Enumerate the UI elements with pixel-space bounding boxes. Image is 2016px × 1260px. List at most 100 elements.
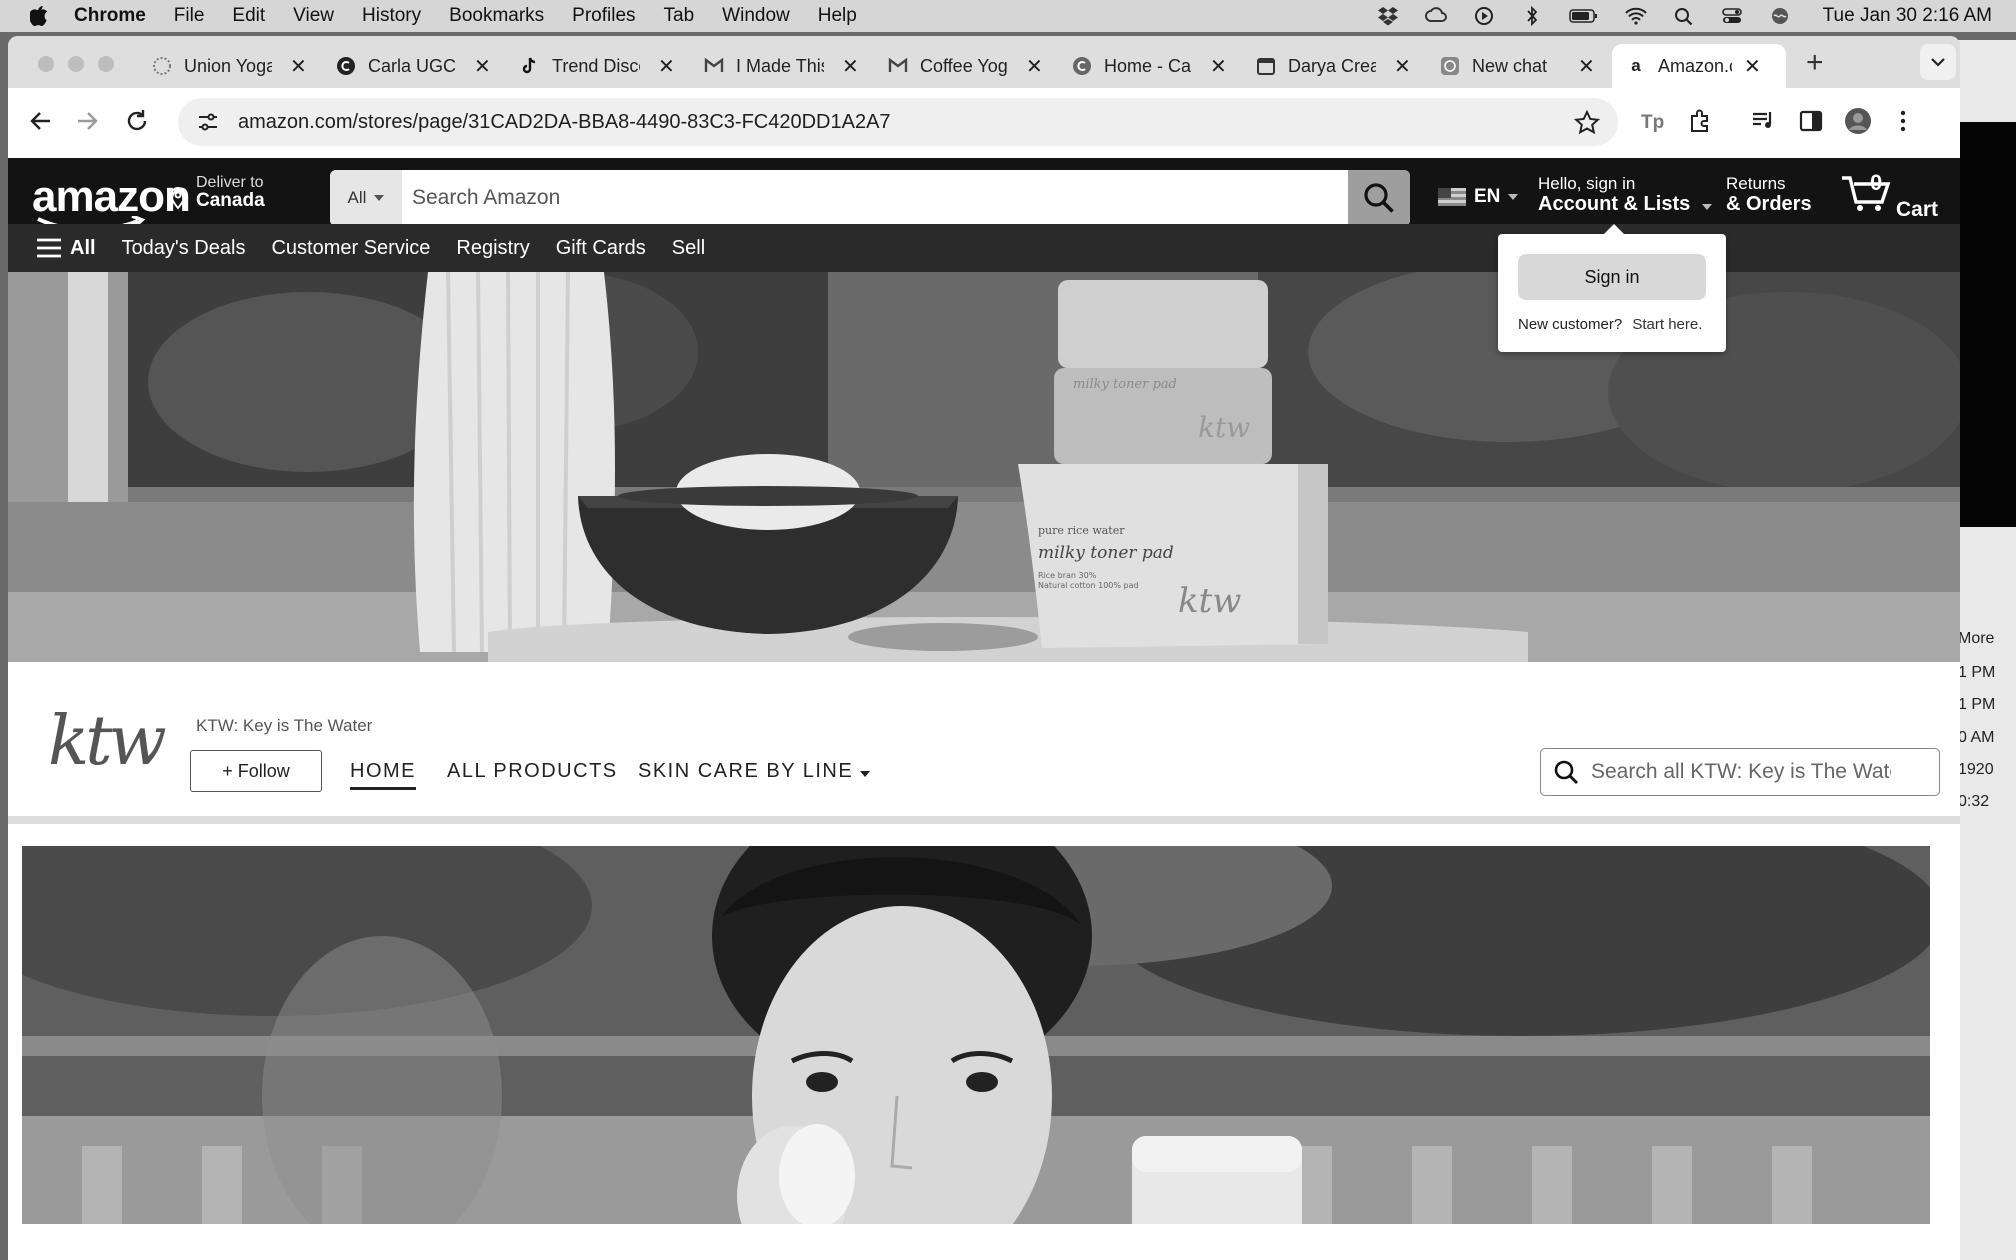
caret-down-icon xyxy=(1701,204,1712,210)
tab-union-yoga[interactable]: Union Yoga ✕ xyxy=(138,44,307,88)
chrome-menu-icon[interactable] xyxy=(1890,108,1916,134)
close-tab-icon[interactable]: ✕ xyxy=(658,54,675,79)
start-here-link[interactable]: Start here. xyxy=(1632,316,1702,333)
url-text[interactable]: amazon.com/stores/page/31CAD2DA-BBA8-449… xyxy=(238,111,891,134)
search-category-select[interactable]: All xyxy=(330,170,402,226)
extensions-puzzle-icon[interactable] xyxy=(1688,108,1714,134)
new-customer-text: New customer? Start here. xyxy=(1518,316,1702,333)
nav-gift-cards[interactable]: Gift Cards xyxy=(556,237,646,260)
cart-button[interactable]: 0 Cart xyxy=(1840,170,1938,221)
battery-icon[interactable] xyxy=(1568,6,1599,26)
menu-bookmarks[interactable]: Bookmarks xyxy=(449,5,544,27)
spotlight-search-icon[interactable] xyxy=(1673,6,1695,26)
apple-icon[interactable] xyxy=(30,6,48,26)
menu-bar-clock[interactable]: Tue Jan 30 2:16 AM xyxy=(1823,5,1992,27)
menu-profiles[interactable]: Profiles xyxy=(572,5,635,27)
zoom-window-button[interactable] xyxy=(98,56,114,72)
store-tab-all-products[interactable]: ALL PRODUCTS xyxy=(447,760,618,783)
control-center-icon[interactable] xyxy=(1721,6,1743,26)
store-tab-label: SKIN CARE BY LINE xyxy=(638,760,854,782)
menu-tab[interactable]: Tab xyxy=(664,5,695,27)
nav-todays-deals[interactable]: Today's Deals xyxy=(122,237,246,260)
creative-cloud-icon[interactable] xyxy=(1424,6,1447,26)
language-selector[interactable]: EN xyxy=(1438,186,1519,208)
nav-registry[interactable]: Registry xyxy=(456,237,529,260)
tab-trend-disco[interactable]: Trend Disco ✕ xyxy=(506,44,675,88)
store-tab-home[interactable]: HOME xyxy=(350,760,416,790)
close-window-button[interactable] xyxy=(38,56,54,72)
siri-icon[interactable] xyxy=(1769,6,1791,26)
side-panel-icon[interactable] xyxy=(1798,108,1824,134)
tab-search-button[interactable] xyxy=(1920,44,1956,80)
browser-toolbar: amazon.com/stores/page/31CAD2DA-BBA8-449… xyxy=(8,88,1960,154)
account-lists[interactable]: Hello, sign in Account & Lists xyxy=(1538,174,1712,214)
bluetooth-icon[interactable] xyxy=(1521,6,1543,26)
play-circle-icon[interactable] xyxy=(1473,6,1495,26)
store-search-placeholder: Search all KTW: Key is The Water xyxy=(1591,760,1891,783)
amazon-page: amazon Deliver to Canada All Search Amaz… xyxy=(8,158,1960,1260)
macos-menu-bar: Chrome File Edit View History Bookmarks … xyxy=(0,0,2016,32)
close-tab-icon[interactable]: ✕ xyxy=(290,54,307,79)
back-arrow-icon[interactable] xyxy=(28,108,54,134)
close-tab-icon[interactable]: ✕ xyxy=(1578,54,1595,79)
close-tab-icon[interactable]: ✕ xyxy=(474,54,491,79)
tab-carla-ugc[interactable]: Carla UGC ✕ xyxy=(322,44,491,88)
store-name[interactable]: KTW: Key is The Water xyxy=(196,716,372,736)
menu-file[interactable]: File xyxy=(174,5,205,27)
background-window-dark-panel xyxy=(1958,122,2016,527)
search-submit-button[interactable] xyxy=(1348,170,1410,226)
menu-window[interactable]: Window xyxy=(722,5,790,27)
close-tab-icon[interactable]: ✕ xyxy=(1026,54,1043,79)
caret-down-icon xyxy=(860,771,871,777)
amazon-logo[interactable]: amazon xyxy=(32,172,191,230)
new-tab-button[interactable]: + xyxy=(1806,46,1824,80)
close-tab-icon[interactable]: ✕ xyxy=(842,54,859,79)
all-menu-button[interactable]: All xyxy=(36,237,96,260)
tab-coffee-yoga[interactable]: Coffee Yoga ✕ xyxy=(874,44,1043,88)
box-brand-mark: ktw xyxy=(1178,581,1241,621)
address-bar[interactable]: amazon.com/stores/page/31CAD2DA-BBA8-449… xyxy=(178,98,1618,146)
tab-new-chat[interactable]: New chat ✕ xyxy=(1426,44,1595,88)
menu-app-name[interactable]: Chrome xyxy=(74,5,146,27)
reload-icon[interactable] xyxy=(124,108,150,134)
store-tab-skin-care-by-line[interactable]: SKIN CARE BY LINE xyxy=(638,760,871,783)
tab-i-made-this[interactable]: I Made This ✕ xyxy=(690,44,859,88)
site-info-icon[interactable] xyxy=(196,110,220,134)
menu-help[interactable]: Help xyxy=(818,5,857,27)
store-search-input[interactable]: Search all KTW: Key is The Water xyxy=(1540,748,1940,796)
dropbox-icon[interactable] xyxy=(1377,6,1399,26)
caret-down-icon xyxy=(374,195,385,201)
close-tab-icon[interactable]: ✕ xyxy=(1210,54,1227,79)
close-tab-icon[interactable]: ✕ xyxy=(1744,54,1761,79)
us-flag-icon xyxy=(1438,188,1466,206)
box-text-line4: Natural cotton 100% pad xyxy=(1038,581,1139,590)
search-icon xyxy=(1554,760,1578,784)
background-window-text: 0 AM xyxy=(1958,729,1995,746)
nav-sell[interactable]: Sell xyxy=(672,237,705,260)
box-text-line3: Rice bran 30% xyxy=(1038,571,1097,580)
menu-edit[interactable]: Edit xyxy=(232,5,265,27)
tab-darya-crea[interactable]: Darya Crea ✕ xyxy=(1242,44,1411,88)
returns-orders[interactable]: Returns & Orders xyxy=(1726,174,1812,214)
profile-avatar[interactable] xyxy=(1844,107,1872,135)
chevron-down-icon xyxy=(1931,58,1945,67)
background-window-text: 1 PM xyxy=(1958,664,1996,681)
search-input[interactable]: Search Amazon xyxy=(402,170,1348,226)
tab-amazon-active[interactable]: a Amazon.ca ✕ xyxy=(1612,44,1786,88)
forward-arrow-icon[interactable] xyxy=(74,108,100,134)
sign-in-button[interactable]: Sign in xyxy=(1518,254,1706,300)
minimize-window-button[interactable] xyxy=(68,56,84,72)
nav-customer-service[interactable]: Customer Service xyxy=(271,237,430,260)
deliver-to[interactable]: Deliver to Canada xyxy=(169,174,265,210)
menu-view[interactable]: View xyxy=(293,5,334,27)
tab-home-ca[interactable]: Home - Ca ✕ xyxy=(1058,44,1227,88)
bookmark-star-icon[interactable] xyxy=(1574,110,1600,136)
menu-history[interactable]: History xyxy=(362,5,421,27)
wifi-icon[interactable] xyxy=(1624,6,1647,26)
close-tab-icon[interactable]: ✕ xyxy=(1394,54,1411,79)
location-pin-icon xyxy=(169,187,187,210)
media-queue-icon[interactable] xyxy=(1750,108,1776,134)
store-logo[interactable]: ktw xyxy=(48,702,167,781)
follow-button[interactable]: + Follow xyxy=(190,750,322,792)
tp-extension-icon[interactable]: Tp xyxy=(1640,108,1666,134)
